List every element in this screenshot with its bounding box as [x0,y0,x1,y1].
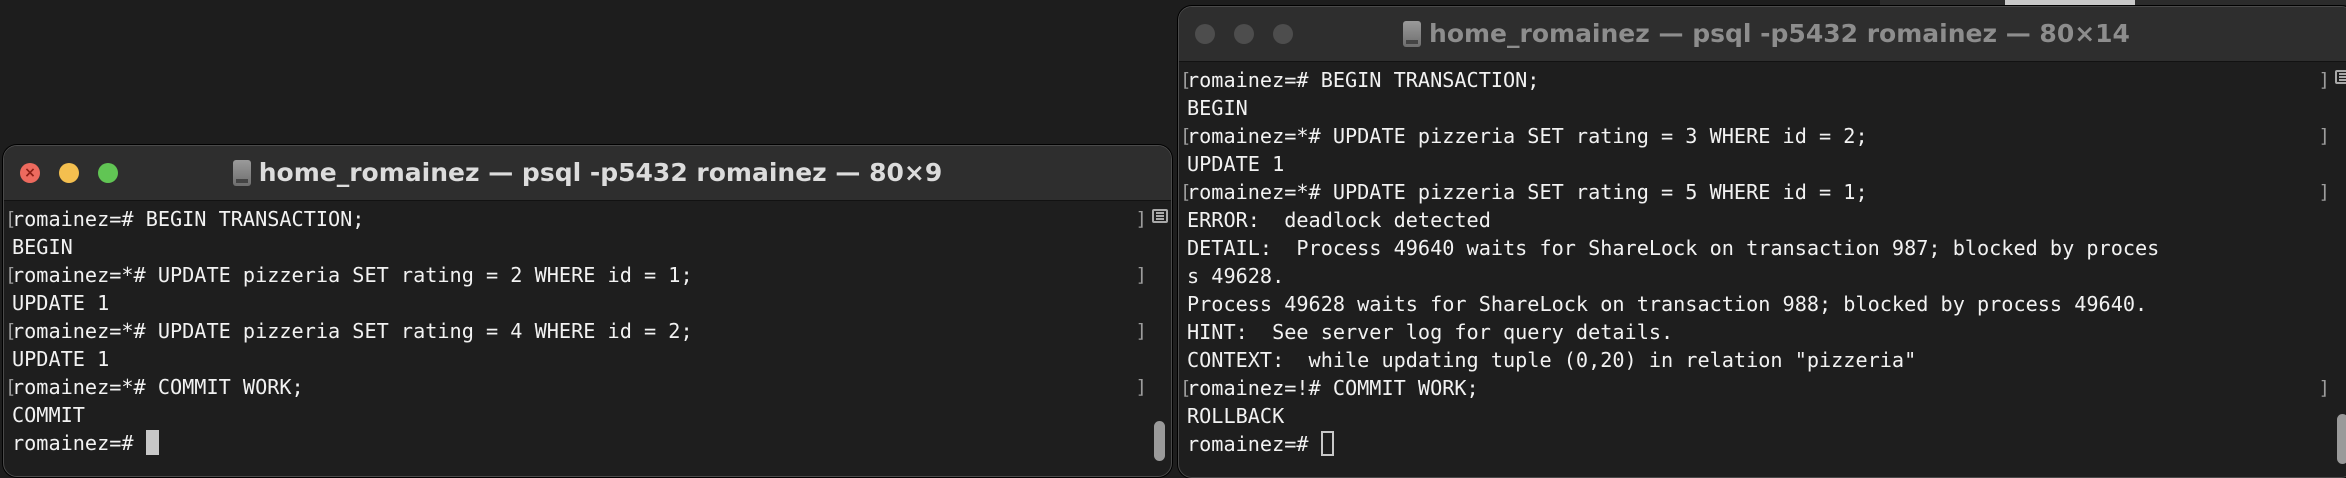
command-line: romainez=*# UPDATE pizzeria SET rating =… [5,261,1171,289]
output-line: HINT: See server log for query details. [1187,320,1674,344]
scroll-track[interactable] [1149,201,1171,476]
split-view-icon[interactable] [2335,70,2346,84]
output-line: BEGIN [12,235,73,259]
background-window-highlight [2005,0,2135,5]
output-line: CONTEXT: while updating tuple (0,20) in … [1187,348,1917,372]
text-cursor [145,430,159,455]
command-line: romainez=*# UPDATE pizzeria SET rating =… [5,317,1171,345]
output-line: ERROR: deadlock detected [1187,208,1491,232]
terminal-output[interactable]: romainez=# BEGIN TRANSACTION;BEGINromain… [4,201,1171,476]
prompt-text: romainez=# [12,431,146,455]
terminal-window-left[interactable]: × home_romainez — psql -p5432 romainez —… [3,145,1172,477]
output-line: UPDATE 1 [1187,152,1285,176]
split-view-icon[interactable] [1152,209,1168,223]
output-line: BEGIN [1187,96,1248,120]
output-line: UPDATE 1 [12,347,110,371]
title-bar[interactable]: × home_romainez — psql -p5432 romainez —… [4,146,1171,201]
command-line: romainez=*# UPDATE pizzeria SET rating =… [1180,122,2346,150]
output-line: UPDATE 1 [12,291,110,315]
window-title-container: home_romainez — psql -p5432 romainez — 8… [1179,7,2346,61]
command-line: romainez=*# COMMIT WORK; [5,373,1171,401]
window-title-container: home_romainez — psql -p5432 romainez — 8… [4,146,1171,200]
title-bar[interactable]: home_romainez — psql -p5432 romainez — 8… [1179,7,2346,62]
terminal-disk-icon [232,160,251,186]
output-lines: romainez=# BEGIN TRANSACTION;BEGINromain… [5,205,1171,429]
text-cursor [1320,431,1334,456]
scrollbar-thumb[interactable] [2337,414,2346,464]
prompt-line[interactable]: romainez=# [12,429,1171,457]
command-line: romainez=!# COMMIT WORK; [1180,374,2346,402]
output-lines: romainez=# BEGIN TRANSACTION;BEGINromain… [1180,66,2346,430]
output-line: DETAIL: Process 49640 waits for ShareLoc… [1187,236,2160,260]
output-line: ROLLBACK [1187,404,1285,428]
terminal-disk-icon [1403,21,1422,47]
window-title: home_romainez — psql -p5432 romainez — 8… [1429,19,2130,48]
scroll-track[interactable] [2332,62,2346,477]
output-line: Process 49628 waits for ShareLock on tra… [1187,292,2148,316]
terminal-window-right[interactable]: home_romainez — psql -p5432 romainez — 8… [1178,6,2346,478]
command-line: romainez=# BEGIN TRANSACTION; [1180,66,2346,94]
background-window-strip [1880,0,2346,5]
terminal-output[interactable]: romainez=# BEGIN TRANSACTION;BEGINromain… [1179,62,2346,477]
command-line: romainez=*# UPDATE pizzeria SET rating =… [1180,178,2346,206]
prompt-line[interactable]: romainez=# [1187,430,2346,458]
prompt-text: romainez=# [1187,432,1321,456]
output-line: s 49628. [1187,264,1285,288]
command-line: romainez=# BEGIN TRANSACTION; [5,205,1171,233]
window-title: home_romainez — psql -p5432 romainez — 8… [258,158,943,187]
scrollbar-thumb[interactable] [1154,421,1165,461]
output-line: COMMIT [12,403,85,427]
